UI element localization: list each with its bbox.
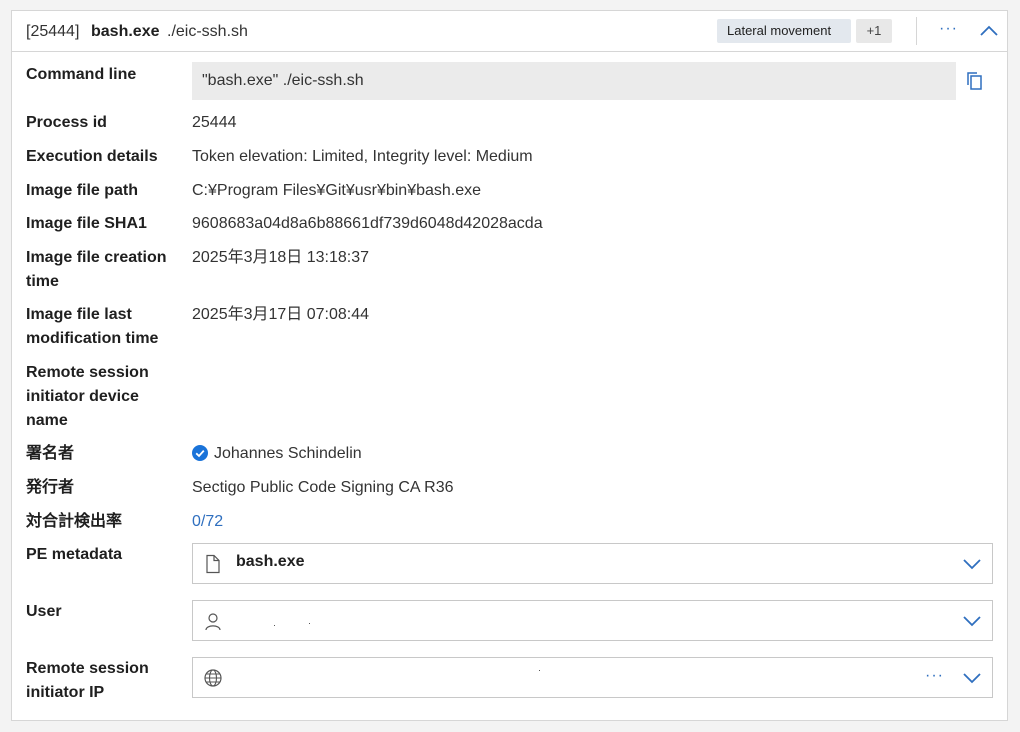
detection-ratio-link[interactable]: 0/72 — [192, 510, 223, 534]
process-id-value: 25444 — [192, 114, 237, 131]
collapse-button[interactable] — [978, 21, 1000, 41]
redacted-mark — [309, 623, 310, 624]
chevron-down-icon[interactable] — [962, 556, 982, 572]
remote-session-ip-label-line1: Remote session — [26, 660, 149, 677]
image-file-path-label: Image file path — [26, 182, 139, 199]
image-file-path-value: C:¥Program Files¥Git¥usr¥bin¥bash.exe — [192, 182, 482, 199]
image-creation-time-value: 2025年3月18日 13:18:37 — [192, 249, 370, 266]
image-modification-time-label-line2: modification time — [26, 330, 159, 347]
issuer-label: 発行者 — [26, 479, 75, 496]
tag-lateral-movement[interactable]: Lateral movement — [717, 19, 851, 43]
user-icon — [203, 611, 223, 631]
signer-value: Johannes Schindelin — [214, 445, 362, 462]
image-file-sha1-value: 9608683a04d8a6b88661df739d6048d42028acda — [192, 215, 543, 232]
pe-metadata-value: bash.exe — [236, 553, 305, 570]
chevron-down-icon[interactable] — [962, 670, 982, 686]
remote-session-ip-dropdown[interactable]: ··· — [192, 657, 993, 698]
header-divider — [916, 17, 917, 45]
command-line-value[interactable]: "bash.exe" ./eic-ssh.sh — [192, 62, 956, 100]
tag-more-count[interactable]: +1 — [856, 19, 892, 43]
copy-icon[interactable] — [965, 71, 985, 91]
redacted-mark — [274, 625, 275, 626]
process-id-label: Process id — [26, 114, 107, 131]
process-name-header: bash.exe — [91, 23, 160, 40]
image-modification-time-label-line1: Image file last — [26, 306, 132, 323]
remote-session-device-label-line2: initiator device — [26, 388, 139, 405]
chevron-up-icon — [980, 25, 998, 36]
execution-details-label: Execution details — [26, 148, 158, 165]
command-line-label: Command line — [26, 66, 137, 83]
issuer-value: Sectigo Public Code Signing CA R36 — [192, 479, 454, 496]
image-modification-time-value: 2025年3月17日 07:08:44 — [192, 306, 370, 323]
remote-session-device-label-line3: name — [26, 412, 68, 429]
remote-session-device-label-line1: Remote session — [26, 364, 149, 381]
remote-session-ip-label-line2: initiator IP — [26, 684, 105, 701]
signer-label: 署名者 — [26, 445, 75, 462]
process-argument-header: ./eic-ssh.sh — [167, 23, 248, 40]
redacted-mark — [539, 670, 540, 671]
pe-metadata-label: PE metadata — [26, 546, 123, 563]
file-icon — [203, 554, 223, 574]
panel-header[interactable]: [25444] bash.exe ./eic-ssh.sh Lateral mo… — [12, 11, 1007, 52]
user-dropdown[interactable] — [192, 600, 993, 641]
process-id-header: [25444] — [26, 23, 80, 40]
more-options-button[interactable]: ··· — [939, 20, 963, 40]
image-creation-time-label-line1: Image file creation — [26, 249, 167, 266]
execution-details-value: Token elevation: Limited, Integrity leve… — [192, 148, 533, 165]
process-details-panel: [25444] bash.exe ./eic-ssh.sh Lateral mo… — [11, 10, 1008, 721]
verified-check-icon — [192, 445, 208, 461]
chevron-down-icon[interactable] — [962, 613, 982, 629]
pe-metadata-dropdown[interactable]: bash.exe — [192, 543, 993, 584]
more-options-button[interactable]: ··· — [925, 667, 944, 685]
image-file-sha1-label: Image file SHA1 — [26, 215, 147, 232]
user-label: User — [26, 603, 62, 620]
image-creation-time-label-line2: time — [26, 273, 59, 290]
globe-icon — [203, 668, 223, 688]
detection-ratio-label: 対合計検出率 — [26, 513, 123, 530]
